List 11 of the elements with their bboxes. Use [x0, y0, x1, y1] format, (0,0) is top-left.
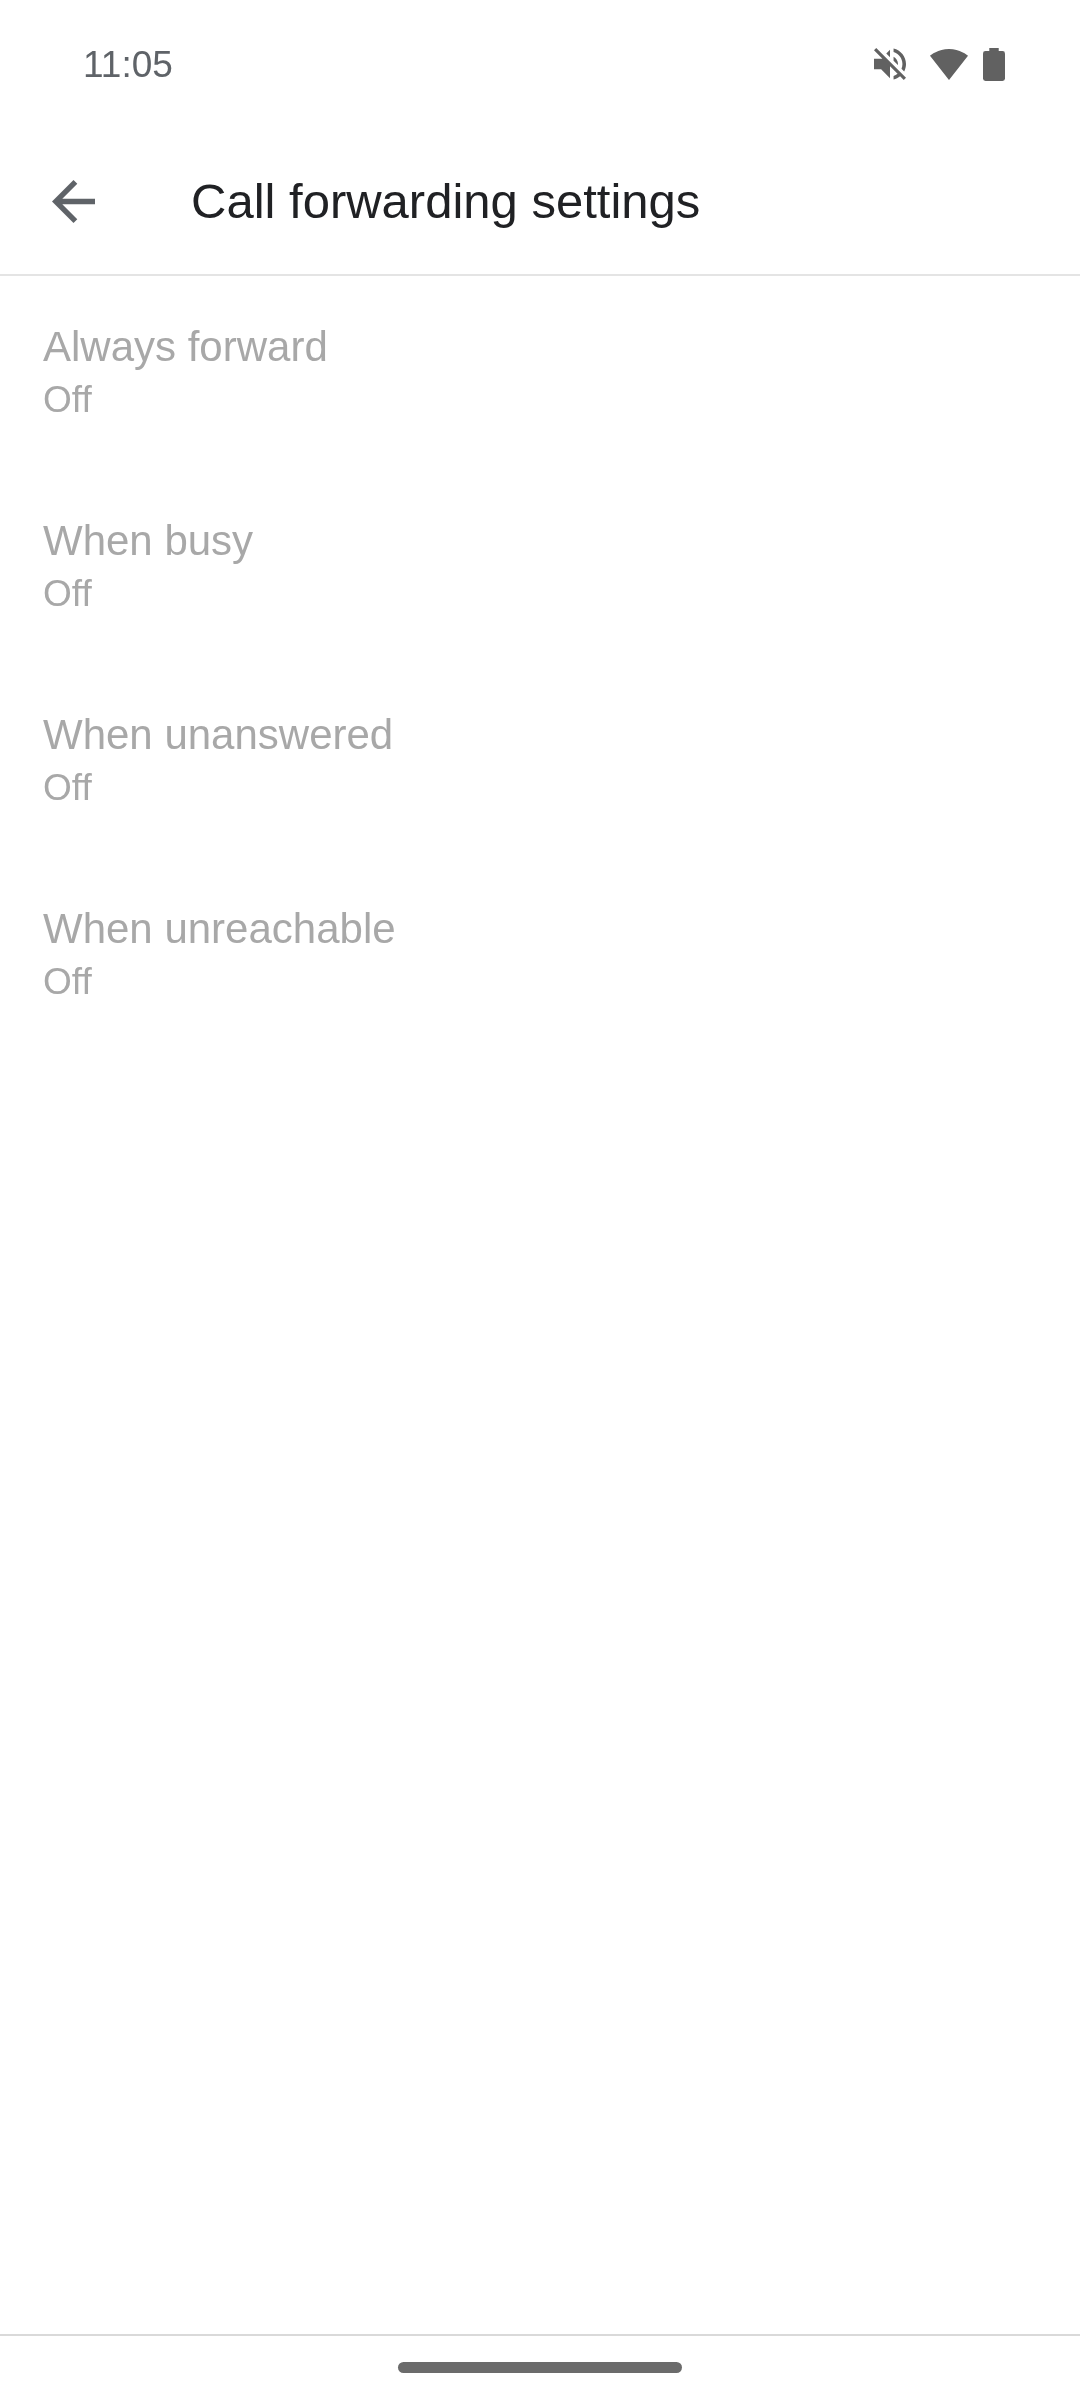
option-status: Off — [43, 572, 92, 616]
wifi-icon — [930, 48, 968, 80]
option-status: Off — [43, 766, 92, 810]
option-status: Off — [43, 378, 92, 422]
status-time: 11:05 — [83, 45, 173, 83]
muted-speaker-icon — [874, 48, 906, 80]
gesture-handle[interactable] — [398, 2362, 682, 2373]
option-status: Off — [43, 960, 92, 1004]
battery-icon — [983, 47, 1005, 81]
screen-title: Call forwarding settings — [191, 172, 701, 230]
back-arrow-icon[interactable] — [52, 179, 95, 223]
